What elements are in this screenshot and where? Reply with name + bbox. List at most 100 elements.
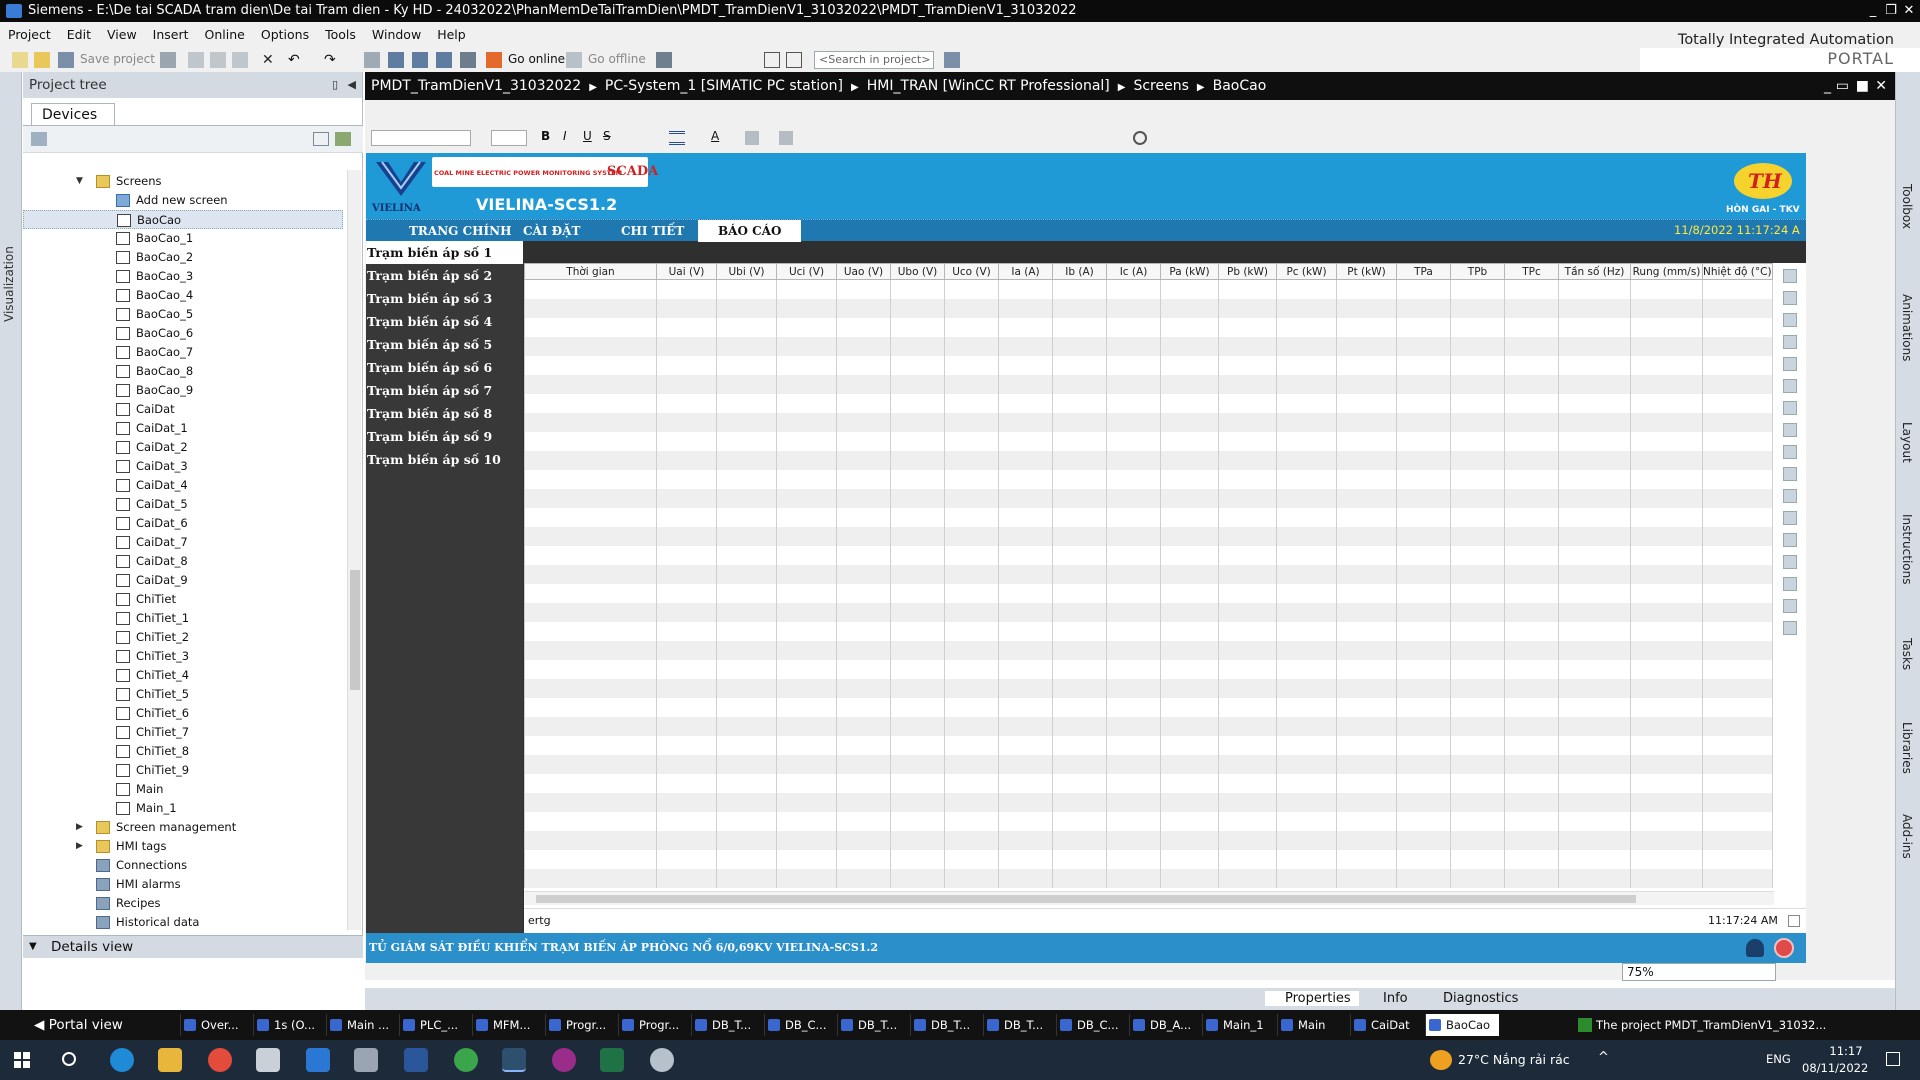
tree-item[interactable]: BaoCao [23, 210, 343, 229]
menu-edit[interactable]: Edit [59, 22, 99, 48]
tree-item[interactable]: Historical data [23, 913, 343, 932]
tree-item[interactable]: BaoCao_6 [23, 324, 343, 343]
mail-icon[interactable] [306, 1048, 330, 1072]
editor-maximize-icon[interactable]: ■ [1856, 72, 1869, 100]
tree-item[interactable]: BaoCao_2 [23, 248, 343, 267]
table-row[interactable] [524, 716, 1773, 736]
station-item[interactable]: Trạm biến áp số 2 [366, 264, 523, 287]
table-row[interactable] [524, 564, 1773, 584]
chrome-profile-icon[interactable] [454, 1048, 478, 1072]
table-row[interactable] [524, 602, 1773, 622]
tree-item[interactable]: BaoCao_8 [23, 362, 343, 381]
instructions-tab[interactable]: Instructions [1900, 514, 1914, 584]
table-row[interactable] [524, 621, 1773, 641]
tree-item[interactable]: Recipes [23, 894, 343, 913]
table-row[interactable] [524, 317, 1773, 337]
table-row[interactable] [524, 792, 1773, 812]
tree-item[interactable]: HMI alarms [23, 875, 343, 894]
diagnostics-tab[interactable]: Diagnostics [1425, 991, 1518, 1006]
next-record-icon[interactable] [1783, 335, 1797, 349]
split-vertical-icon[interactable] [786, 52, 802, 68]
table-column-header[interactable]: TPc [1504, 263, 1559, 280]
libraries-tab[interactable]: Libraries [1900, 722, 1914, 774]
language-indicator[interactable]: ENG [1766, 1052, 1791, 1066]
last-record-icon[interactable] [1783, 357, 1797, 371]
table-row[interactable] [524, 450, 1773, 470]
table-row[interactable] [524, 526, 1773, 546]
go-online-button[interactable]: Go online [508, 52, 565, 66]
tree-item[interactable]: CaiDat [23, 400, 343, 419]
menu-options[interactable]: Options [253, 22, 317, 48]
zoom-select[interactable]: 75% [1622, 963, 1776, 981]
table-column-header[interactable]: Uci (V) [776, 263, 837, 280]
add-ins-tab[interactable]: Add-ins [1900, 814, 1914, 859]
tree-item[interactable]: ChiTiet_8 [23, 742, 343, 761]
tab-bao-cao[interactable]: BÁO CÁO [698, 220, 802, 242]
table-row[interactable] [524, 754, 1773, 774]
station-item[interactable]: Trạm biến áp số 8 [366, 402, 523, 425]
report-table[interactable]: Thời gian Uai (V) Ubi (V) Uci (V) Uao (V) Ubo… [524, 263, 1806, 933]
chrome-icon[interactable] [208, 1048, 232, 1072]
editor-tab[interactable]: MFM... [472, 1014, 544, 1036]
fill-color-icon[interactable] [745, 131, 759, 145]
station-item[interactable]: Trạm biến áp số 6 [366, 356, 523, 379]
simulate-icon[interactable] [436, 52, 452, 68]
table-row[interactable] [524, 393, 1773, 413]
copy-rows-icon[interactable] [1783, 423, 1797, 437]
tree-item[interactable]: ChiTiet_6 [23, 704, 343, 723]
breadcrumb-hmi[interactable]: HMI_TRAN [WinCC RT Professional] [867, 78, 1110, 94]
devices-tab[interactable]: Devices [31, 103, 115, 125]
editor-tab[interactable]: CaiDat [1350, 1014, 1424, 1036]
details-view-header[interactable]: ▼ Details view [23, 936, 363, 958]
upload-icon[interactable] [412, 52, 428, 68]
tree-item[interactable]: CaiDat_4 [23, 476, 343, 495]
edge-icon[interactable] [110, 1048, 134, 1072]
layout-tab[interactable]: Layout [1900, 422, 1914, 463]
editor-close-icon[interactable]: ✕ [1875, 72, 1887, 100]
tree-item[interactable]: BaoCao_3 [23, 267, 343, 286]
clock-time[interactable]: 11:17 [1816, 1044, 1876, 1058]
menu-online[interactable]: Online [197, 22, 253, 48]
notifications-icon[interactable] [1886, 1052, 1900, 1066]
windows-start-icon[interactable] [14, 1052, 30, 1068]
tree-item[interactable]: BaoCao_4 [23, 286, 343, 305]
tab-cai-dat[interactable]: CÀI ĐẶT [523, 220, 580, 242]
go-offline-button[interactable]: Go offline [588, 52, 646, 66]
station-item[interactable]: Trạm biến áp số 1 [366, 241, 523, 264]
menu-project[interactable]: Project [0, 22, 59, 48]
go-online-icon[interactable] [486, 52, 502, 68]
collapse-arrow-icon[interactable]: ▼ [76, 172, 83, 191]
tree-item[interactable]: CaiDat_3 [23, 457, 343, 476]
table-row[interactable] [524, 374, 1773, 394]
editor-tab[interactable]: DB_T... [910, 1014, 982, 1036]
table-row[interactable] [524, 735, 1773, 755]
table-column-header[interactable]: Ubo (V) [890, 263, 945, 280]
station-item[interactable]: Trạm biến áp số 9 [366, 425, 523, 448]
copy-icon[interactable] [210, 52, 226, 68]
paste-icon[interactable] [232, 52, 248, 68]
station-item[interactable]: Trạm biến áp số 5 [366, 333, 523, 356]
toolbox-tab[interactable]: Toolbox [1900, 184, 1914, 229]
tree-item[interactable]: ChiTiet_3 [23, 647, 343, 666]
table-status-icon[interactable] [1788, 915, 1800, 927]
columns-icon[interactable] [1783, 533, 1797, 547]
undo-icon[interactable]: ↶ [288, 52, 304, 68]
editor-tab[interactable]: Progr... [545, 1014, 617, 1036]
hmi-screen-canvas[interactable]: VIELINA COAL MINE ELECTRIC POWER MONITOR… [366, 153, 1806, 963]
menu-window[interactable]: Window [364, 22, 429, 48]
menu-help[interactable]: Help [429, 22, 474, 48]
portal-view-button[interactable]: ◀ Portal view [34, 1017, 123, 1033]
table-column-header[interactable]: Uco (V) [944, 263, 999, 280]
table-column-header[interactable]: Uai (V) [656, 263, 717, 280]
table-column-header[interactable]: TPb [1450, 263, 1505, 280]
properties-tab[interactable]: Properties [1265, 991, 1359, 1006]
power-exit-icon[interactable] [1774, 938, 1794, 958]
tree-item[interactable]: CaiDat_9 [23, 571, 343, 590]
file-explorer-icon[interactable] [158, 1048, 182, 1072]
close-icon[interactable]: ✕ [1900, 0, 1918, 22]
table-column-header[interactable]: Ia (A) [998, 263, 1053, 280]
table-row[interactable] [524, 773, 1773, 793]
calendar-icon[interactable] [1783, 467, 1797, 481]
table-row[interactable] [524, 849, 1773, 869]
app-icon[interactable] [354, 1048, 378, 1072]
